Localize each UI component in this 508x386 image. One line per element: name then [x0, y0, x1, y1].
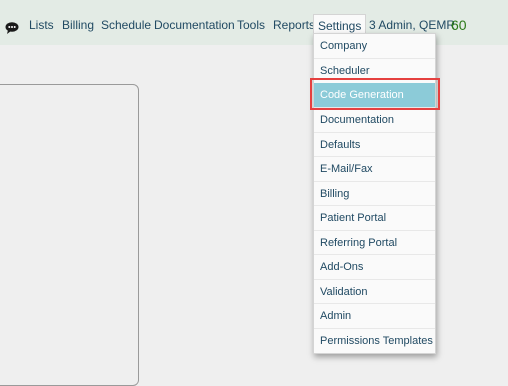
menu-item-billing[interactable]: Billing: [314, 181, 435, 205]
menu-item-code-generation[interactable]: Code Generation: [314, 83, 435, 107]
nav-tools[interactable]: Tools: [237, 18, 265, 32]
menu-item-validation[interactable]: Validation: [314, 279, 435, 303]
menu-item-patient-portal[interactable]: Patient Portal: [314, 205, 435, 229]
nav-user-menu[interactable]: 3 Admin, QEMR: [369, 18, 455, 32]
chat-bubble-icon[interactable]: [5, 22, 19, 34]
settings-dropdown-menu: Company Scheduler Code Generation Docume…: [313, 33, 436, 354]
menu-item-scheduler[interactable]: Scheduler: [314, 58, 435, 82]
menu-item-admin[interactable]: Admin: [314, 303, 435, 327]
menu-item-defaults[interactable]: Defaults: [314, 132, 435, 156]
nav-documentation[interactable]: Documentation: [154, 18, 235, 32]
menu-item-permissions-templates[interactable]: Permissions Templates: [314, 328, 435, 352]
nav-schedule[interactable]: Schedule: [101, 18, 151, 32]
menu-item-documentation[interactable]: Documentation: [314, 107, 435, 131]
nav-billing[interactable]: Billing: [62, 18, 94, 32]
content-panel: [0, 84, 139, 386]
menu-item-add-ons[interactable]: Add-Ons: [314, 254, 435, 278]
nav-reports[interactable]: Reports: [273, 18, 315, 32]
menu-item-referring-portal[interactable]: Referring Portal: [314, 230, 435, 254]
notification-count[interactable]: 60: [451, 17, 467, 33]
menu-item-email-fax[interactable]: E-Mail/Fax: [314, 156, 435, 180]
menu-item-company[interactable]: Company: [314, 34, 435, 58]
nav-lists[interactable]: Lists: [29, 18, 54, 32]
